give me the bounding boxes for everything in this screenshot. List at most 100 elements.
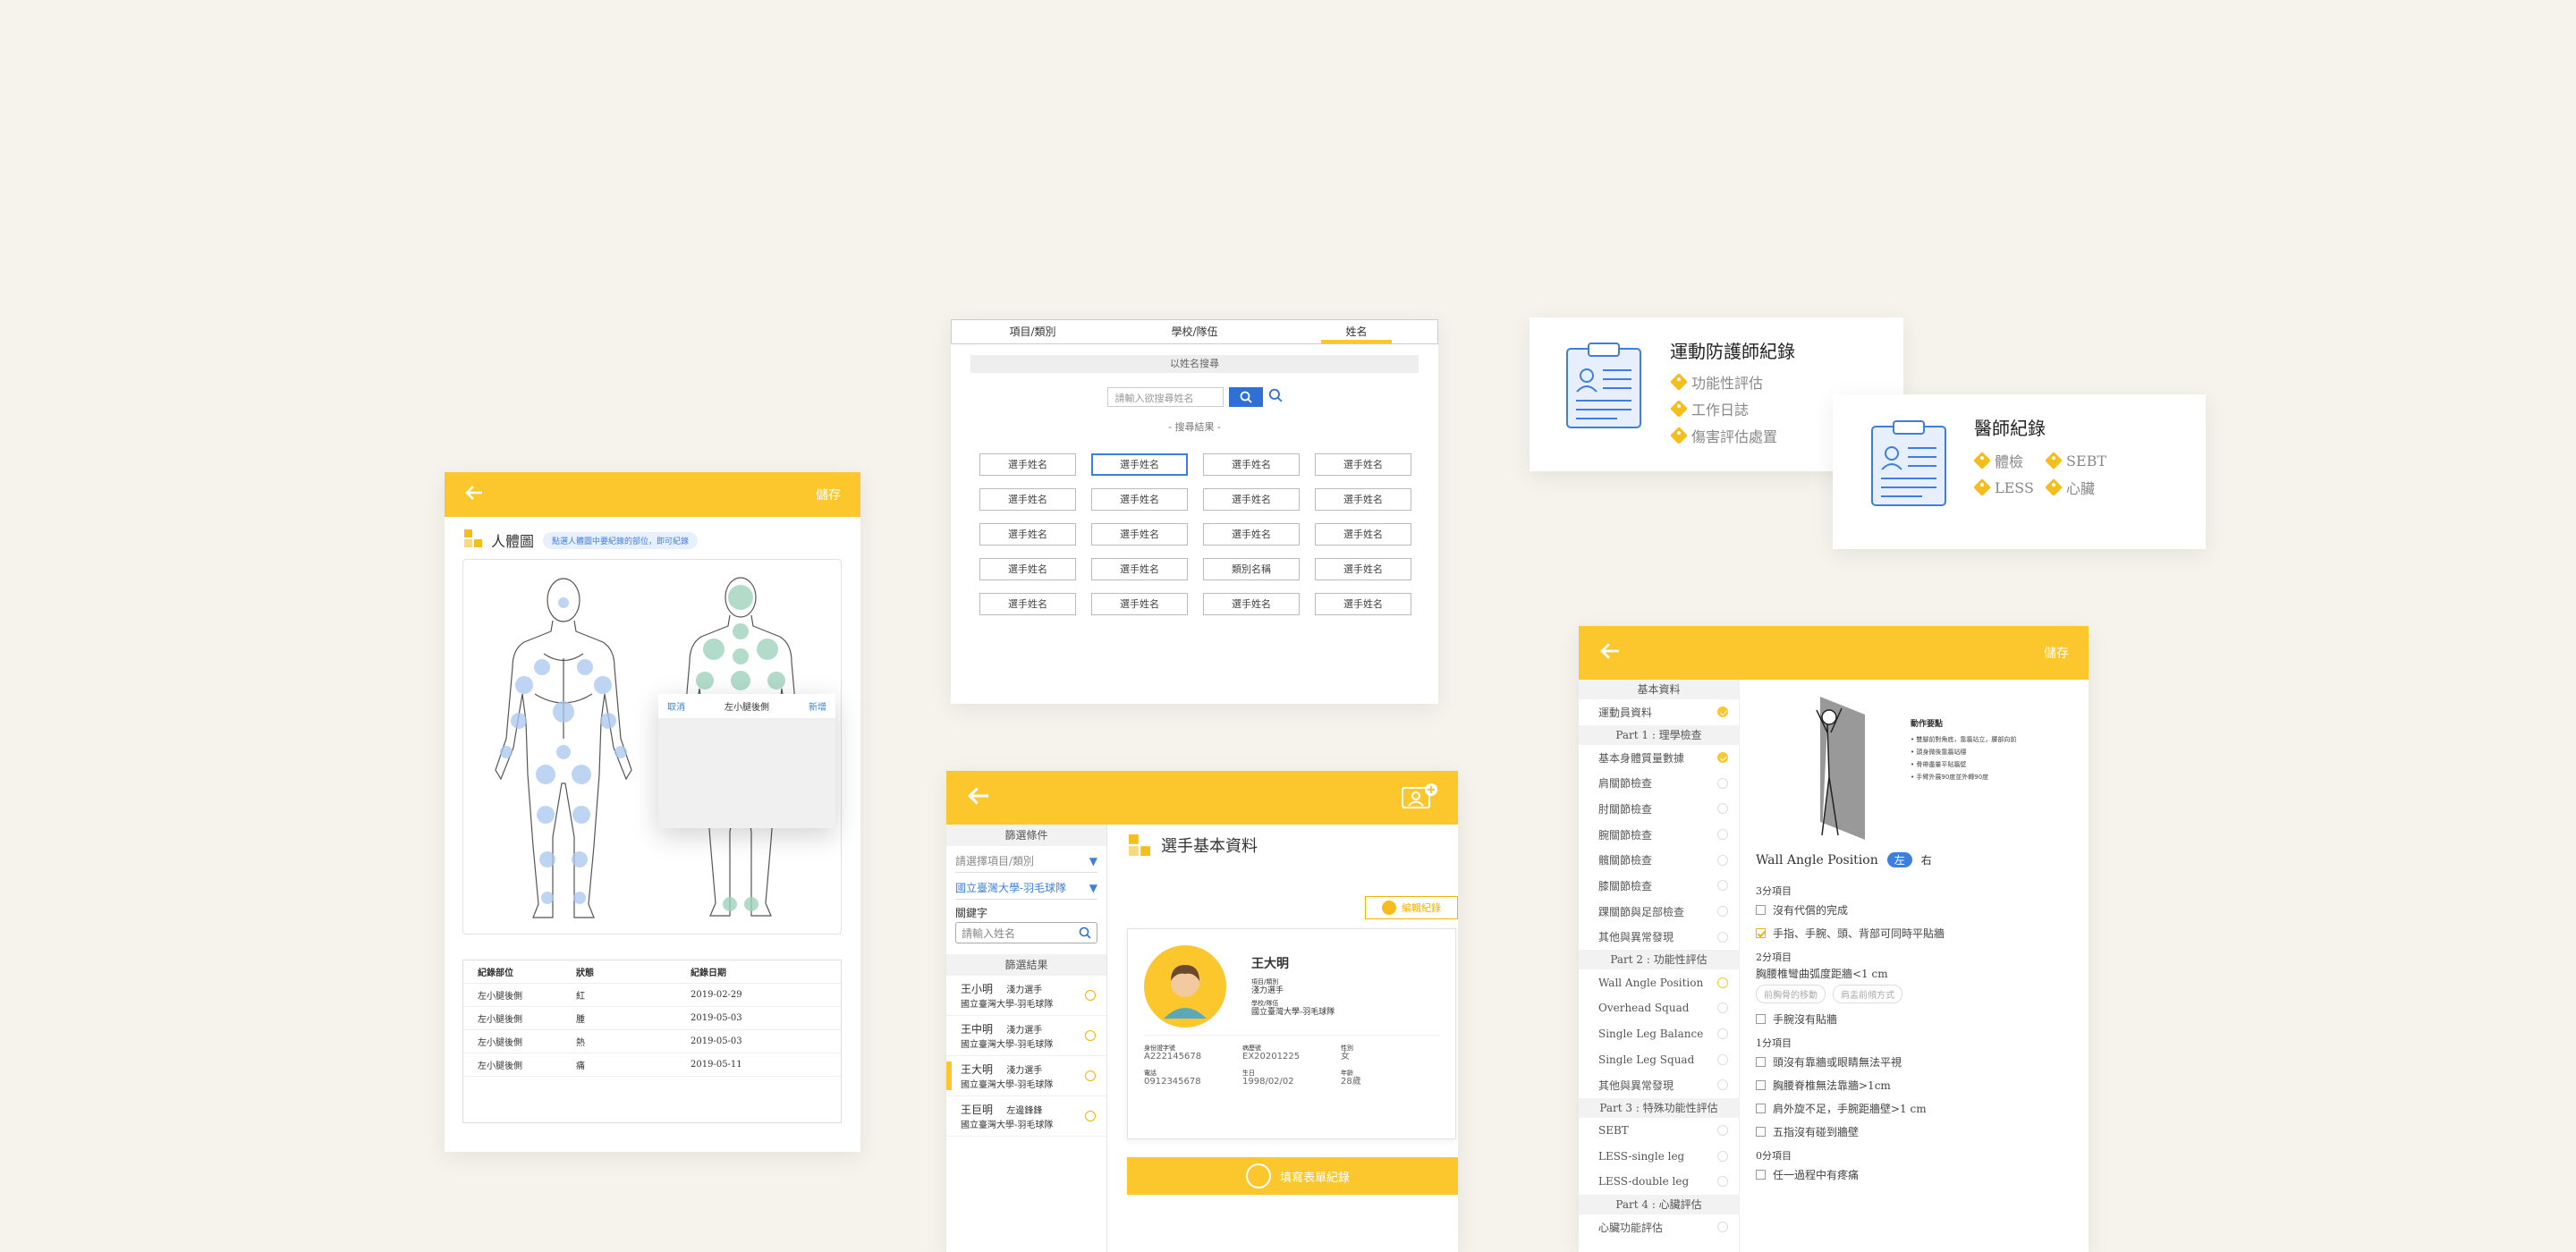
- select-circle-icon[interactable]: [1085, 1030, 1096, 1041]
- option-chip[interactable]: 肩盂前傾方式: [1833, 985, 1902, 1003]
- checkbox[interactable]: [1756, 1013, 1766, 1024]
- checkbox[interactable]: [1756, 904, 1766, 915]
- nav-item[interactable]: Overhead Squad: [1579, 995, 1739, 1021]
- checkbox-row[interactable]: 任一過程中有疼痛: [1756, 1163, 2069, 1186]
- checkbox-row[interactable]: 手腕沒有貼牆: [1756, 1007, 2069, 1030]
- nav-item[interactable]: 肘關節檢查: [1579, 796, 1739, 822]
- keyword-input[interactable]: 請輸入姓名: [955, 922, 1097, 943]
- nav-item[interactable]: SEBT: [1579, 1118, 1739, 1144]
- search-button[interactable]: [1228, 387, 1263, 407]
- result-chip[interactable]: 選手姓名: [1091, 523, 1188, 546]
- result-chip[interactable]: 選手姓名: [979, 593, 1076, 615]
- result-chip[interactable]: 類別名稱: [1203, 558, 1300, 580]
- nav-item[interactable]: 運動員資料: [1579, 699, 1739, 725]
- popup-add-button[interactable]: 新增: [809, 699, 826, 713]
- result-chip[interactable]: 選手姓名: [1091, 558, 1188, 580]
- checkbox[interactable]: [1756, 1169, 1766, 1180]
- checkbox-checked[interactable]: [1756, 927, 1766, 938]
- checkbox-row[interactable]: 沒有代償的完成: [1756, 898, 2069, 921]
- select-circle-icon[interactable]: [1085, 1111, 1096, 1121]
- edit-record-button[interactable]: 編輯紀錄: [1365, 896, 1458, 919]
- nav-item[interactable]: 髖關節檢查: [1579, 847, 1739, 873]
- key-point: • 骨帶盡量平貼牆壁: [1911, 761, 1967, 768]
- tab-school[interactable]: 學校/隊伍: [1114, 320, 1275, 343]
- search-icon[interactable]: [1268, 388, 1283, 406]
- tag-label[interactable]: 傷害評估處置: [1691, 425, 1777, 446]
- tag-label[interactable]: 心臟: [2066, 477, 2095, 498]
- project-select[interactable]: 請選擇項目/類別 ▼: [955, 850, 1097, 873]
- checkbox-row[interactable]: 五指沒有碰到牆壁: [1756, 1120, 2069, 1143]
- result-chip[interactable]: 選手姓名: [1203, 593, 1300, 615]
- nav-item[interactable]: 膝關節檢查: [1579, 873, 1739, 899]
- nav-item[interactable]: 踝關節與足部檢查: [1579, 899, 1739, 925]
- tag-label[interactable]: 功能性評估: [1691, 371, 1763, 393]
- checkbox-row[interactable]: 頭沒有靠牆或眼睛無法平視: [1756, 1050, 2069, 1073]
- result-chip[interactable]: 選手姓名: [1091, 453, 1188, 476]
- result-chip[interactable]: 選手姓名: [1091, 488, 1188, 511]
- nav-item[interactable]: 其他與異常發現: [1579, 1072, 1739, 1098]
- result-chip[interactable]: 選手姓名: [979, 523, 1076, 546]
- doctor-records-card[interactable]: 醫師紀錄 體檢 SEBT LESS 心臟: [1833, 394, 2206, 549]
- body-map-canvas[interactable]: 取消 左小腿後側 新增: [462, 559, 842, 935]
- list-item[interactable]: 王巨明 左邊鋒鋒 國立臺灣大學-羽毛球隊: [946, 1096, 1106, 1137]
- result-chip[interactable]: 選手姓名: [1091, 593, 1188, 615]
- tag-label[interactable]: SEBT: [2066, 453, 2106, 470]
- search-input[interactable]: 請輸入欲搜尋姓名: [1106, 387, 1224, 407]
- table-row[interactable]: 左小腿後側 痛 2019-05-11: [463, 1053, 841, 1077]
- result-chip[interactable]: 選手姓名: [1203, 488, 1300, 511]
- result-chip[interactable]: 選手姓名: [1315, 453, 1411, 476]
- results-label: - 搜尋結果 -: [1168, 421, 1221, 433]
- result-chip[interactable]: 選手姓名: [1315, 593, 1411, 615]
- nav-item[interactable]: Wall Angle Position: [1579, 969, 1739, 995]
- nav-item[interactable]: 肩關節檢查: [1579, 770, 1739, 796]
- save-button[interactable]: 儲存: [2044, 644, 2069, 662]
- result-chip[interactable]: 選手姓名: [1315, 523, 1411, 546]
- nav-item[interactable]: LESS-single leg: [1579, 1143, 1739, 1169]
- select-circle-icon[interactable]: [1085, 990, 1096, 1001]
- table-row[interactable]: 左小腿後側 腫 2019-05-03: [463, 1007, 841, 1030]
- result-chip[interactable]: 選手姓名: [979, 558, 1076, 580]
- popup-cancel-button[interactable]: 取消: [667, 699, 685, 713]
- checkbox[interactable]: [1756, 1056, 1766, 1067]
- back-arrow-icon[interactable]: [1598, 642, 1622, 664]
- tag-label[interactable]: 體檢: [1995, 450, 2023, 471]
- checkbox-row[interactable]: 手指、手腕、頭、背部可同時平貼牆: [1756, 921, 2069, 944]
- nav-item[interactable]: 基本身體質量數據: [1579, 745, 1739, 771]
- back-arrow-icon[interactable]: [966, 786, 991, 809]
- tag-label[interactable]: LESS: [1995, 479, 2034, 496]
- table-row[interactable]: 左小腿後側 熱 2019-05-03: [463, 1030, 841, 1053]
- result-chip[interactable]: 選手姓名: [979, 488, 1076, 511]
- list-item[interactable]: 王小明 淺力選手 國立臺灣大學-羽毛球隊: [946, 976, 1106, 1016]
- result-chip[interactable]: 選手姓名: [979, 453, 1076, 476]
- tag-label[interactable]: 工作日誌: [1691, 398, 1749, 419]
- checkbox-row[interactable]: 胸腰脊椎無法靠牆>1cm: [1756, 1073, 2069, 1096]
- side-right-toggle[interactable]: 右: [1921, 852, 1932, 867]
- nav-item[interactable]: 腕關節檢查: [1579, 822, 1739, 848]
- fill-form-button[interactable]: 填寫表單紀錄: [1127, 1157, 1458, 1195]
- list-item[interactable]: 王大明 淺力選手 國立臺灣大學-羽毛球隊: [946, 1056, 1106, 1096]
- result-chip[interactable]: 選手姓名: [1203, 523, 1300, 546]
- list-item[interactable]: 王中明 淺力選手 國立臺灣大學-羽毛球隊: [946, 1016, 1106, 1056]
- nav-item[interactable]: Single Leg Balance: [1579, 1021, 1739, 1047]
- save-button[interactable]: 儲存: [816, 486, 841, 503]
- result-chip[interactable]: 選手姓名: [1315, 558, 1411, 580]
- nav-item[interactable]: Single Leg Squad: [1579, 1046, 1739, 1072]
- table-row[interactable]: 左小腿後側 紅 2019-02-29: [463, 984, 841, 1007]
- checkbox-row[interactable]: 肩外旋不足，手腕距牆壁>1 cm: [1756, 1096, 2069, 1120]
- result-chip[interactable]: 選手姓名: [1203, 453, 1300, 476]
- nav-item[interactable]: 其他與異常發現: [1579, 925, 1739, 951]
- checkbox[interactable]: [1756, 1079, 1766, 1090]
- nav-item[interactable]: 心臟功能評估: [1579, 1214, 1739, 1240]
- school-select[interactable]: 國立臺灣大學-羽毛球隊 ▼: [955, 876, 1097, 900]
- side-left-toggle[interactable]: 左: [1886, 852, 1912, 867]
- tab-project[interactable]: 項目/類別: [952, 320, 1114, 343]
- select-circle-icon[interactable]: [1085, 1070, 1096, 1081]
- nav-item[interactable]: LESS-double leg: [1579, 1169, 1739, 1195]
- checkbox[interactable]: [1756, 1103, 1766, 1113]
- option-chip[interactable]: 前胸骨的移動: [1756, 985, 1826, 1003]
- back-arrow-icon[interactable]: [464, 485, 484, 504]
- checkbox[interactable]: [1756, 1126, 1766, 1137]
- result-chip[interactable]: 選手姓名: [1315, 488, 1411, 511]
- tab-name[interactable]: 姓名: [1275, 320, 1437, 343]
- add-athlete-icon[interactable]: [1401, 782, 1438, 813]
